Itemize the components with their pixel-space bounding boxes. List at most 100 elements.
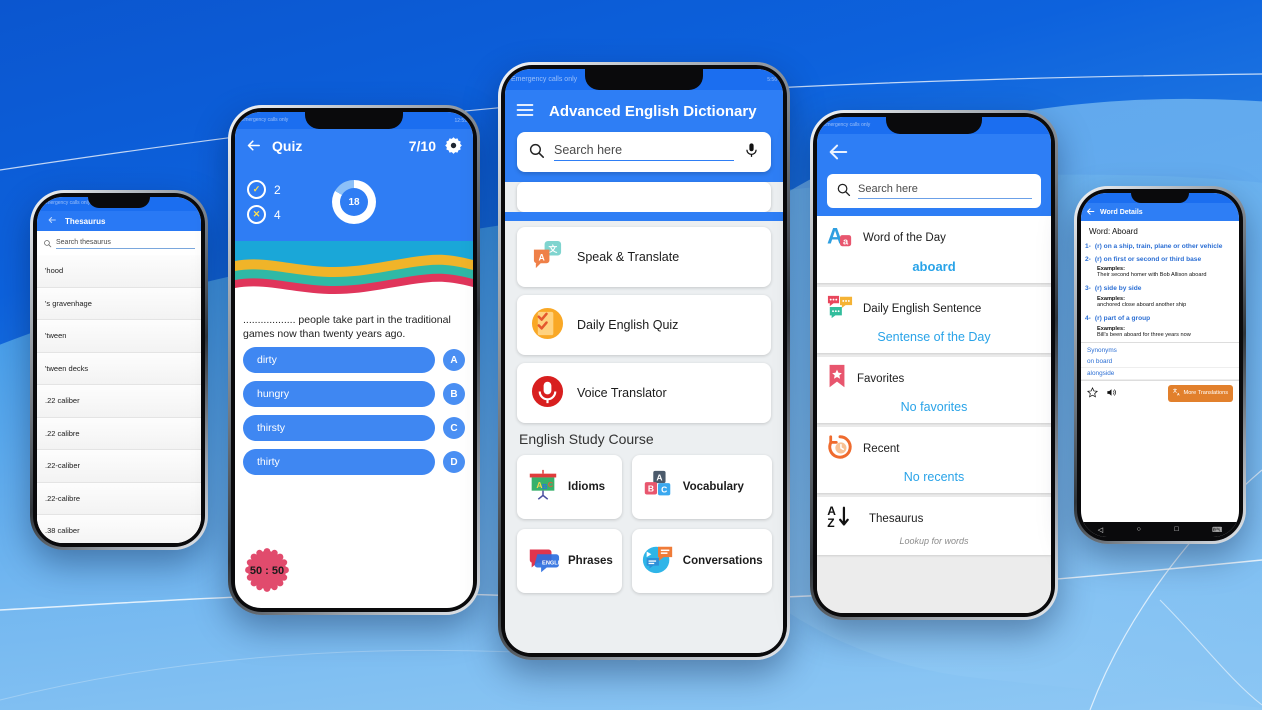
section-title: English Study Course bbox=[519, 431, 654, 447]
search-input[interactable]: Search here bbox=[554, 143, 734, 161]
synonym-item[interactable]: on board bbox=[1081, 356, 1239, 369]
thesaurus-subtitle: Lookup for words bbox=[899, 536, 969, 546]
option-text[interactable]: dirty bbox=[243, 347, 435, 374]
thesaurus-list[interactable]: 'hood 's gravenhage 'tween 'tween decks … bbox=[37, 255, 201, 543]
card-label: Thesaurus bbox=[869, 513, 924, 525]
word-details-content[interactable]: Word: Aboard 1- (r) on a ship, train, pl… bbox=[1081, 221, 1239, 522]
star-icon[interactable] bbox=[1086, 386, 1099, 400]
option-letter[interactable]: B bbox=[443, 383, 465, 406]
more-translations-button[interactable]: 文A More Translations bbox=[1167, 385, 1233, 402]
tile-idioms[interactable]: A B C Idioms bbox=[517, 455, 622, 519]
list-item[interactable]: .22 caliber bbox=[37, 385, 201, 418]
hamburger-menu-icon[interactable] bbox=[515, 100, 535, 123]
daily-quiz-icon bbox=[531, 307, 564, 344]
tile-label: Idioms bbox=[568, 481, 606, 493]
notch bbox=[88, 197, 150, 208]
triangle-back-icon[interactable]: ◁ bbox=[1098, 526, 1103, 534]
page-title: Quiz bbox=[272, 138, 303, 154]
card-favorites[interactable]: Favorites No favorites bbox=[817, 357, 1051, 423]
option-letter[interactable]: C bbox=[443, 417, 465, 440]
cross-circle-icon: ✕ bbox=[247, 205, 266, 224]
option-letter[interactable]: D bbox=[443, 451, 465, 474]
list-item[interactable]: 'tween decks bbox=[37, 352, 201, 385]
list-item[interactable]: .38 caliber bbox=[37, 515, 201, 543]
sense-entry[interactable]: 4- (r) part of a group bbox=[1081, 312, 1239, 325]
tile-vocabulary[interactable]: A B C Vocabulary bbox=[631, 455, 772, 519]
fifty-fifty-lifeline-button[interactable]: 50 : 50 bbox=[245, 548, 289, 592]
tile-label: Phrases bbox=[568, 555, 613, 567]
circle-home-icon[interactable]: ○ bbox=[1137, 526, 1141, 533]
app-bar: Quiz 7/10 bbox=[235, 129, 473, 163]
search-bar[interactable]: Search here bbox=[517, 132, 771, 172]
app-title: Advanced English Dictionary bbox=[549, 102, 757, 120]
favorites-value[interactable]: No favorites bbox=[827, 400, 1041, 414]
search-zone: Search here bbox=[817, 174, 1051, 216]
svg-text:C: C bbox=[548, 480, 554, 489]
option-text[interactable]: hungry bbox=[243, 381, 435, 408]
sense-entry[interactable]: 2- (r) on first or second or third base bbox=[1081, 253, 1239, 266]
card-daily-sentence[interactable]: Daily English Sentence Sentense of the D… bbox=[817, 287, 1051, 353]
list-item[interactable]: .22 calibre bbox=[37, 417, 201, 450]
daily-sentence-value[interactable]: Sentense of the Day bbox=[827, 330, 1041, 344]
list-item[interactable]: 'tween bbox=[37, 320, 201, 353]
card-voice-translator[interactable]: Voice Translator bbox=[517, 363, 771, 423]
card-word-of-the-day[interactable]: A a Word of the Day aboard bbox=[817, 216, 1051, 283]
card-speak-translate[interactable]: 文 A Speak & Translate bbox=[517, 227, 771, 287]
option-letter[interactable]: A bbox=[443, 349, 465, 372]
sense-text: (r) side by side bbox=[1094, 285, 1142, 293]
synonym-item[interactable]: alongside bbox=[1081, 368, 1239, 381]
list-item[interactable]: .22-caliber bbox=[37, 450, 201, 483]
microphone-icon[interactable] bbox=[743, 142, 760, 163]
svg-text:文: 文 bbox=[548, 243, 557, 254]
search-bar[interactable]: Search here bbox=[827, 174, 1041, 208]
card-thesaurus[interactable]: A Z Thesaurus Lookup for words bbox=[817, 497, 1051, 555]
list-item[interactable]: 'hood bbox=[37, 255, 201, 288]
square-recents-icon[interactable]: □ bbox=[1174, 526, 1178, 533]
svg-text:ENGLISH: ENGLISH bbox=[542, 561, 560, 567]
keyboard-down-icon[interactable]: ⌨ bbox=[1212, 526, 1222, 534]
sense-entry[interactable]: 3- (r) side by side bbox=[1081, 282, 1239, 295]
svg-text:C: C bbox=[661, 485, 667, 495]
list-item[interactable]: .22-calibre bbox=[37, 482, 201, 515]
quiz-option[interactable]: thirsty C bbox=[243, 415, 465, 442]
quiz-progress: 7/10 bbox=[408, 138, 436, 154]
quiz-option[interactable]: thirty D bbox=[243, 449, 465, 476]
tile-conversations[interactable]: Conversations bbox=[631, 529, 772, 593]
sense-number: 1- bbox=[1085, 243, 1091, 250]
examples-block: Examples: anchored close aboard another … bbox=[1081, 295, 1239, 312]
thesaurus-search-bar[interactable]: Search thesaurus bbox=[37, 231, 201, 255]
phone-home: Emergency calls only 5:56 Advanced Engli… bbox=[498, 62, 790, 660]
list-item[interactable]: 's gravenhage bbox=[37, 287, 201, 320]
quiz-option[interactable]: hungry B bbox=[243, 381, 465, 408]
tile-phrases[interactable]: ENGLISH Phrases bbox=[517, 529, 622, 593]
check-circle-icon: ✓ bbox=[247, 180, 266, 199]
option-text[interactable]: thirsty bbox=[243, 415, 435, 442]
card-label: Favorites bbox=[857, 373, 905, 385]
tile-label: Vocabulary bbox=[682, 481, 744, 493]
quiz-option[interactable]: dirty A bbox=[243, 347, 465, 374]
arrow-left-icon[interactable] bbox=[245, 137, 262, 156]
card-label: Word of the Day bbox=[863, 232, 946, 244]
notch bbox=[585, 69, 703, 90]
option-text[interactable]: thirty bbox=[243, 449, 435, 476]
card-recent[interactable]: Recent No recents bbox=[817, 427, 1051, 493]
vocabulary-icon: A B C bbox=[641, 468, 675, 506]
page-title: Word Details bbox=[1100, 208, 1143, 216]
recent-value[interactable]: No recents bbox=[827, 470, 1041, 484]
word-of-day-value[interactable]: aboard bbox=[827, 259, 1041, 274]
status-time: 5:56 bbox=[767, 76, 777, 83]
gear-icon[interactable] bbox=[444, 136, 463, 157]
search-input[interactable]: Search here bbox=[858, 183, 1032, 199]
speak-translate-icon: 文 A bbox=[531, 239, 564, 276]
card-daily-quiz[interactable]: Daily English Quiz bbox=[517, 295, 771, 355]
arrow-left-icon[interactable] bbox=[47, 215, 57, 227]
svg-text:A: A bbox=[1177, 392, 1180, 396]
sense-entry[interactable]: 1- (r) on a ship, train, plane or other … bbox=[1081, 240, 1239, 253]
speaker-icon[interactable] bbox=[1106, 387, 1117, 400]
search-input[interactable]: Search thesaurus bbox=[56, 239, 195, 249]
phone-quiz: Emergency calls only 12:59 Quiz 7/10 ✓ 2… bbox=[228, 105, 480, 615]
app-bar bbox=[817, 134, 1051, 174]
sense-number: 2- bbox=[1085, 255, 1091, 263]
arrow-left-icon[interactable] bbox=[827, 141, 849, 167]
arrow-left-icon[interactable] bbox=[1086, 207, 1095, 218]
